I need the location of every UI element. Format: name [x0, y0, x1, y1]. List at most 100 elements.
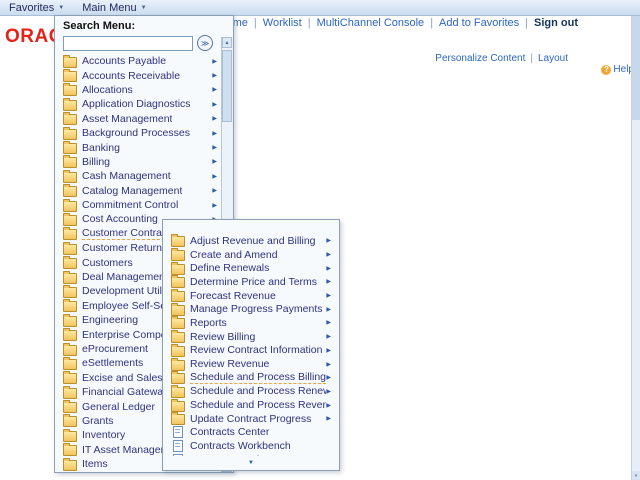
scroll-up-arrow-icon[interactable]: ▲: [222, 37, 232, 48]
menu-item-allocations[interactable]: Allocations▶: [55, 83, 222, 97]
folder-icon: [63, 157, 77, 168]
menu-item-asset-management[interactable]: Asset Management▶: [55, 112, 222, 126]
favorites-menu-button[interactable]: Favorites ▼: [0, 0, 73, 15]
folder-icon: [63, 258, 77, 269]
menu-item-accounts-payable[interactable]: Accounts Payable▶: [55, 54, 222, 68]
cascade-arrow-icon: ▶: [326, 374, 333, 381]
menu-item-background-processes[interactable]: Background Processes▶: [55, 126, 222, 140]
menu-item-review-contract-information[interactable]: Review Contract Information▶: [163, 344, 336, 358]
menu-item-label: Engineering: [82, 314, 138, 326]
folder-icon: [63, 215, 77, 226]
folder-icon: [63, 229, 77, 240]
menu-item-contracts-center[interactable]: Contracts Center: [163, 426, 336, 440]
sign-out-link[interactable]: Sign out: [534, 17, 578, 29]
folder-icon: [63, 100, 77, 111]
layout-link[interactable]: Layout: [538, 53, 568, 64]
nav-link-add-to-favorites[interactable]: Add to Favorites: [439, 17, 519, 29]
cascade-arrow-icon: ▶: [326, 265, 333, 272]
menu-item-schedule-and-process-renewals[interactable]: Schedule and Process Renewals▶: [163, 385, 336, 399]
cascade-arrow-icon: ▶: [326, 347, 333, 354]
chevron-down-icon: ▼: [141, 5, 147, 11]
menu-item-create-and-amend[interactable]: Create and Amend ▶: [163, 248, 336, 262]
chevron-down-icon: ▼: [58, 5, 64, 11]
menu-item-cash-management[interactable]: Cash Management ▶: [55, 169, 222, 183]
separator: |: [308, 17, 311, 29]
menu-item-update-contract-progress[interactable]: Update Contract Progress ▶: [163, 412, 336, 426]
menu-item-label: eSettlements: [82, 357, 143, 369]
scroll-down-arrow-icon[interactable]: ▼: [632, 471, 640, 480]
folder-icon: [63, 172, 77, 183]
menu-item-banking[interactable]: Banking▶: [55, 140, 222, 154]
menu-item-determine-price-and-terms[interactable]: Determine Price and Terms▶: [163, 275, 336, 289]
menu-item-label: Contracts Workbench: [190, 440, 291, 452]
menu-search-input[interactable]: [63, 36, 193, 51]
menu-item-label: Background Processes: [82, 127, 190, 139]
main-menu-label: Main Menu: [82, 2, 136, 14]
menu-item-label: Items: [82, 458, 108, 470]
menu-item-label: Billing: [82, 156, 110, 168]
folder-icon: [171, 346, 185, 357]
menu-item-manage-progress-payments[interactable]: Manage Progress Payments▶: [163, 302, 336, 316]
menu-item-contracts-workbench[interactable]: Contracts Workbench: [163, 439, 336, 453]
menu-item-label: Schedule and Process Renewals: [190, 385, 326, 397]
menu-item-label: Review Billing: [190, 331, 255, 343]
folder-icon: [171, 414, 185, 425]
cascade-arrow-icon: ▶: [212, 86, 219, 93]
folder-icon: [63, 373, 77, 384]
folder-icon: [63, 85, 77, 96]
separator: |: [254, 17, 257, 29]
personalize-content-link[interactable]: Personalize Content: [435, 53, 525, 64]
menu-item-catalog-management[interactable]: Catalog Management▶: [55, 184, 222, 198]
menu-item-billing[interactable]: Billing▶: [55, 155, 222, 169]
menu-item-schedule-and-process-billing[interactable]: Schedule and Process Billing▶: [163, 371, 336, 385]
folder-icon: [63, 143, 77, 154]
menu-item-reports[interactable]: Reports▶: [163, 316, 336, 330]
scrollbar-thumb[interactable]: [222, 50, 232, 122]
menu-item-review-billing[interactable]: Review Billing▶: [163, 330, 336, 344]
menu-item-label: Update Contract Progress: [190, 413, 311, 425]
menu-item-review-revenue[interactable]: Review Revenue▶: [163, 357, 336, 371]
menu-item-label: Application Diagnostics: [82, 98, 191, 110]
folder-icon: [171, 277, 185, 288]
menu-item-label: Deal Management: [82, 271, 168, 283]
nav-link-worklist[interactable]: Worklist: [263, 17, 302, 29]
cascade-arrow-icon: ▶: [326, 292, 333, 299]
menu-item-forecast-revenue[interactable]: Forecast Revenue▶: [163, 289, 336, 303]
cascade-arrow-icon: ▶: [212, 173, 219, 180]
folder-icon: [171, 305, 185, 316]
cascade-arrow-icon: ▶: [326, 251, 333, 258]
search-go-button[interactable]: ≫: [197, 35, 213, 51]
menu-item-label: Create and Amend: [190, 249, 278, 261]
submenu-scroll-down-indicator[interactable]: ▼: [164, 456, 338, 469]
menu-item-label: Contracts Center: [190, 426, 269, 438]
cascade-arrow-icon: ▶: [326, 415, 333, 422]
cascade-arrow-icon: ▶: [326, 388, 333, 395]
cascade-arrow-icon: ▶: [212, 144, 219, 151]
folder-icon: [63, 345, 77, 356]
folder-icon: [63, 273, 77, 284]
menu-item-adjust-revenue-and-billing[interactable]: Adjust Revenue and Billing▶: [163, 234, 336, 248]
menu-item-application-diagnostics[interactable]: Application Diagnostics▶: [55, 97, 222, 111]
separator: |: [525, 17, 528, 29]
folder-icon: [63, 201, 77, 212]
cascade-arrow-icon: ▶: [326, 237, 333, 244]
folder-icon: [63, 330, 77, 341]
menu-item-label: Asset Management: [82, 113, 172, 125]
menu-item-schedule-and-process-revenue[interactable]: Schedule and Process Revenue▶: [163, 398, 336, 412]
folder-icon: [63, 301, 77, 312]
menu-item-label: Manage Progress Payments: [190, 303, 322, 315]
menu-item-label: Catalog Management: [82, 185, 182, 197]
menu-item-label: Financial Gateway: [82, 386, 168, 398]
page-scrollbar-thumb[interactable]: [632, 10, 640, 120]
nav-link-multichannel-console[interactable]: MultiChannel Console: [317, 17, 425, 29]
menu-item-label: Determine Price and Terms: [190, 276, 317, 288]
menu-item-label: Customer Returns: [82, 242, 167, 254]
menu-item-define-renewals[interactable]: Define Renewals▶: [163, 261, 336, 275]
menu-item-accounts-receivable[interactable]: Accounts Receivable▶: [55, 68, 222, 82]
help-box: ? Help: [601, 64, 634, 75]
menu-item-commitment-control[interactable]: Commitment Control▶: [55, 198, 222, 212]
folder-icon: [171, 401, 185, 412]
main-menu-button[interactable]: Main Menu ▼: [73, 0, 155, 15]
menu-item-label: Cash Management: [82, 170, 171, 182]
page-scrollbar[interactable]: ▲ ▼: [631, 0, 640, 480]
